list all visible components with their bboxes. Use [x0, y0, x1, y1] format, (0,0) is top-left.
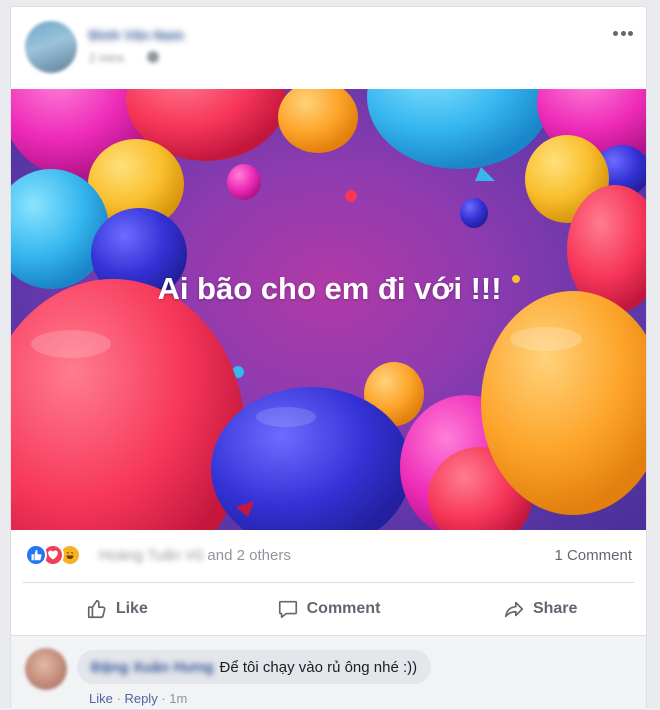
like-button[interactable]: Like [11, 583, 223, 635]
action-bar: Like Comment Share [11, 583, 646, 635]
reactions-summary: Hoàng Tuấn Vũ and 2 others 1 Comment [11, 530, 646, 582]
author-avatar[interactable] [25, 21, 77, 73]
comment-bubble: Đặng Xuân Hưng Để tôi chạy vào rủ ông nh… [77, 650, 432, 684]
reaction-names[interactable]: Hoàng Tuấn Vũ and 2 others [99, 547, 291, 564]
comment-actions: Like · Reply · 1m [89, 691, 187, 706]
comments-section: Đặng Xuân Hưng Để tôi chạy vào rủ ông nh… [11, 635, 646, 709]
like-button-label: Like [115, 600, 148, 617]
comment-like-link[interactable]: Like [89, 691, 113, 706]
comment-button-label: Comment [306, 600, 381, 617]
dot-icon [620, 30, 626, 36]
commenter-avatar[interactable] [25, 648, 67, 690]
post-image-text: Ai bão cho em đi với !!! [157, 271, 502, 306]
reaction-icons[interactable] [25, 544, 81, 568]
comment-reply-link[interactable]: Reply [124, 691, 157, 706]
like-icon [25, 544, 47, 566]
dot-icon [613, 30, 618, 36]
separator: · [161, 691, 166, 706]
author-name[interactable]: Đinh Văn Nam [89, 27, 184, 43]
share-button[interactable]: Share [434, 583, 646, 635]
post-header: Đinh Văn Nam 2 mins [11, 7, 646, 89]
comment-count[interactable]: 1 Comment [554, 547, 632, 564]
dot-icon [628, 30, 633, 36]
post-timestamp[interactable]: 2 mins [89, 51, 124, 65]
comment-text: Để tôi chạy vào rủ ông nhé :)) [219, 658, 418, 676]
separator: · [116, 691, 121, 706]
share-button-label: Share [532, 600, 578, 617]
post-card: Đinh Văn Nam 2 mins Ai bão cho em đi với… [10, 6, 647, 710]
comment-time[interactable]: 1m [169, 691, 187, 706]
share-arrow-icon [504, 601, 524, 618]
post-image[interactable]: Ai bão cho em đi với !!! [11, 89, 646, 530]
comment-button[interactable]: Comment [223, 583, 435, 635]
speech-bubble-icon [278, 600, 297, 619]
reactor-others[interactable]: and 2 others [207, 547, 290, 564]
more-options-button[interactable] [610, 25, 636, 41]
thumbs-up-icon [87, 599, 106, 619]
reactor-name[interactable]: Hoàng Tuấn Vũ [99, 547, 203, 564]
comment-author[interactable]: Đặng Xuân Hưng [91, 659, 214, 676]
globe-icon [147, 51, 159, 63]
